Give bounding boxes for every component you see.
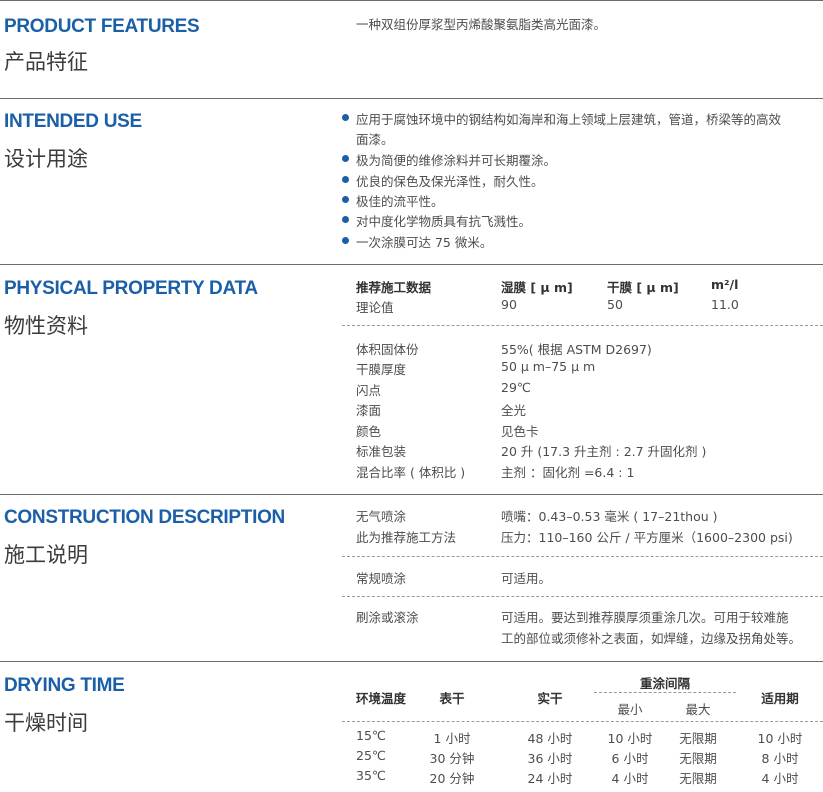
theory-cell: 理论值 <box>356 300 394 315</box>
bullet-icon <box>342 196 349 203</box>
conv-label: 常规喷涂 <box>356 571 407 586</box>
recoat-dashed-line <box>594 692 736 693</box>
bullet-icon <box>342 216 349 223</box>
prop-label: 漆面 <box>356 403 382 418</box>
drying-header-max: 最大 <box>685 702 711 717</box>
construction-title-zh: 施工说明 <box>4 543 88 567</box>
airless-nozzle: 喷嘴：0.43–0.53 毫米 ( 17–21thou ) <box>501 509 718 524</box>
drying-cell: 4 小时 <box>761 771 799 786</box>
use-item: 极佳的流平性。 <box>356 194 444 209</box>
drying-cell: 24 小时 <box>527 771 573 786</box>
drying-cell: 25℃ <box>356 748 386 763</box>
drying-header-hard: 实干 <box>537 691 563 706</box>
drying-header-min: 最小 <box>617 702 643 717</box>
prop-value: 见色卡 <box>501 424 539 439</box>
theory-cell: 11.0 <box>711 297 739 312</box>
use-item: 极为简便的维修涂料并可长期覆涂。 <box>356 153 557 168</box>
drying-cell: 20 分钟 <box>429 771 475 786</box>
use-item: 优良的保色及保光泽性，耐久性。 <box>356 174 544 189</box>
bullet-icon <box>342 114 349 121</box>
drying-cell: 30 分钟 <box>429 751 475 766</box>
prop-label: 闪点 <box>356 383 382 398</box>
brush-value: 工的部位或须修补之表面，如焊缝，边缘及拐角处等。 <box>501 631 802 646</box>
section-divider <box>0 0 823 1</box>
drying-cell: 35℃ <box>356 768 386 783</box>
features-title-en: PRODUCT FEATURES <box>4 16 200 37</box>
dashed-separator <box>342 325 823 326</box>
recommend-label: 此为推荐施工方法 <box>356 530 457 545</box>
drying-cell: 15℃ <box>356 728 386 743</box>
physical-header-cell: 干膜 [ μ m] <box>607 280 679 295</box>
brush-value: 可适用。要达到推荐膜厚须重涂几次。可用于较难施 <box>501 610 789 625</box>
bullet-icon <box>342 155 349 162</box>
drying-cell: 10 小时 <box>757 731 803 746</box>
prop-value: 55%( 根据 ASTM D2697) <box>501 342 652 357</box>
drying-cell: 1 小时 <box>433 731 471 746</box>
prop-label: 体积固体份 <box>356 342 419 357</box>
brush-label: 刷涂或滚涂 <box>356 610 419 625</box>
prop-value: 全光 <box>501 403 527 418</box>
use-item: 应用于腐蚀环境中的钢结构如海岸和海上领域上层建筑，管道，桥梁等的高效 <box>356 112 782 127</box>
use-item: 面漆。 <box>356 132 394 147</box>
physical-header-cell: m²/l <box>711 277 739 292</box>
drying-cell: 无限期 <box>679 751 717 766</box>
airless-pressure: 压力：110–160 公斤 / 平方厘米（1600–2300 psi) <box>501 530 793 545</box>
physical-header-cell: 推荐施工数据 <box>356 280 432 295</box>
physical-title-zh: 物性资料 <box>4 314 88 338</box>
use-title-en: INTENDED USE <box>4 111 142 132</box>
drying-cell: 36 小时 <box>527 751 573 766</box>
physical-header-cell: 湿膜 [ μ m] <box>501 280 573 295</box>
features-title-zh: 产品特征 <box>4 50 88 74</box>
drying-header-temp: 环境温度 <box>356 691 407 706</box>
prop-value: 主剂 ：固化剂 =6.4 : 1 <box>501 465 635 480</box>
dashed-separator <box>342 721 823 722</box>
prop-value: 20 升 (17.3 升主剂 : 2.7 升固化剂 ) <box>501 444 707 459</box>
theory-cell: 50 <box>607 297 623 312</box>
drying-cell: 10 小时 <box>607 731 653 746</box>
drying-header-recoat: 重涂间隔 <box>639 676 690 691</box>
section-divider <box>0 494 823 495</box>
prop-label: 颜色 <box>356 424 382 439</box>
prop-label: 混合比率 ( 体积比 ) <box>356 465 466 480</box>
theory-cell: 90 <box>501 297 517 312</box>
drying-header-pot: 适用期 <box>761 691 799 706</box>
drying-header-surface: 表干 <box>439 691 465 706</box>
section-divider <box>0 661 823 662</box>
bullet-icon <box>342 237 349 244</box>
use-title-zh: 设计用途 <box>4 147 88 171</box>
prop-label: 干膜厚度 <box>356 362 407 377</box>
section-divider <box>0 264 823 265</box>
drying-cell: 48 小时 <box>527 731 573 746</box>
use-item: 一次涂膜可达 75 微米。 <box>356 235 493 250</box>
prop-label: 标准包装 <box>356 444 407 459</box>
drying-cell: 无限期 <box>679 771 717 786</box>
drying-cell: 8 小时 <box>761 751 799 766</box>
dashed-separator <box>342 596 823 597</box>
bullet-icon <box>342 176 349 183</box>
drying-title-en: DRYING TIME <box>4 675 125 696</box>
prop-value: 29℃ <box>501 380 531 395</box>
features-text: 一种双组份厚浆型丙烯酸聚氨脂类高光面漆。 <box>356 17 607 32</box>
use-item: 对中度化学物质具有抗飞溅性。 <box>356 214 532 229</box>
drying-cell: 无限期 <box>679 731 717 746</box>
airless-label: 无气喷涂 <box>356 509 407 524</box>
physical-title-en: PHYSICAL PROPERTY DATA <box>4 278 258 299</box>
conv-value: 可适用。 <box>501 571 552 586</box>
drying-cell: 4 小时 <box>611 771 649 786</box>
drying-cell: 6 小时 <box>611 751 649 766</box>
dashed-separator <box>342 556 823 557</box>
section-divider <box>0 98 823 99</box>
construction-title-en: CONSTRUCTION DESCRIPTION <box>4 507 285 528</box>
prop-value: 50 μ m–75 μ m <box>501 359 596 374</box>
drying-title-zh: 干燥时间 <box>4 711 88 735</box>
